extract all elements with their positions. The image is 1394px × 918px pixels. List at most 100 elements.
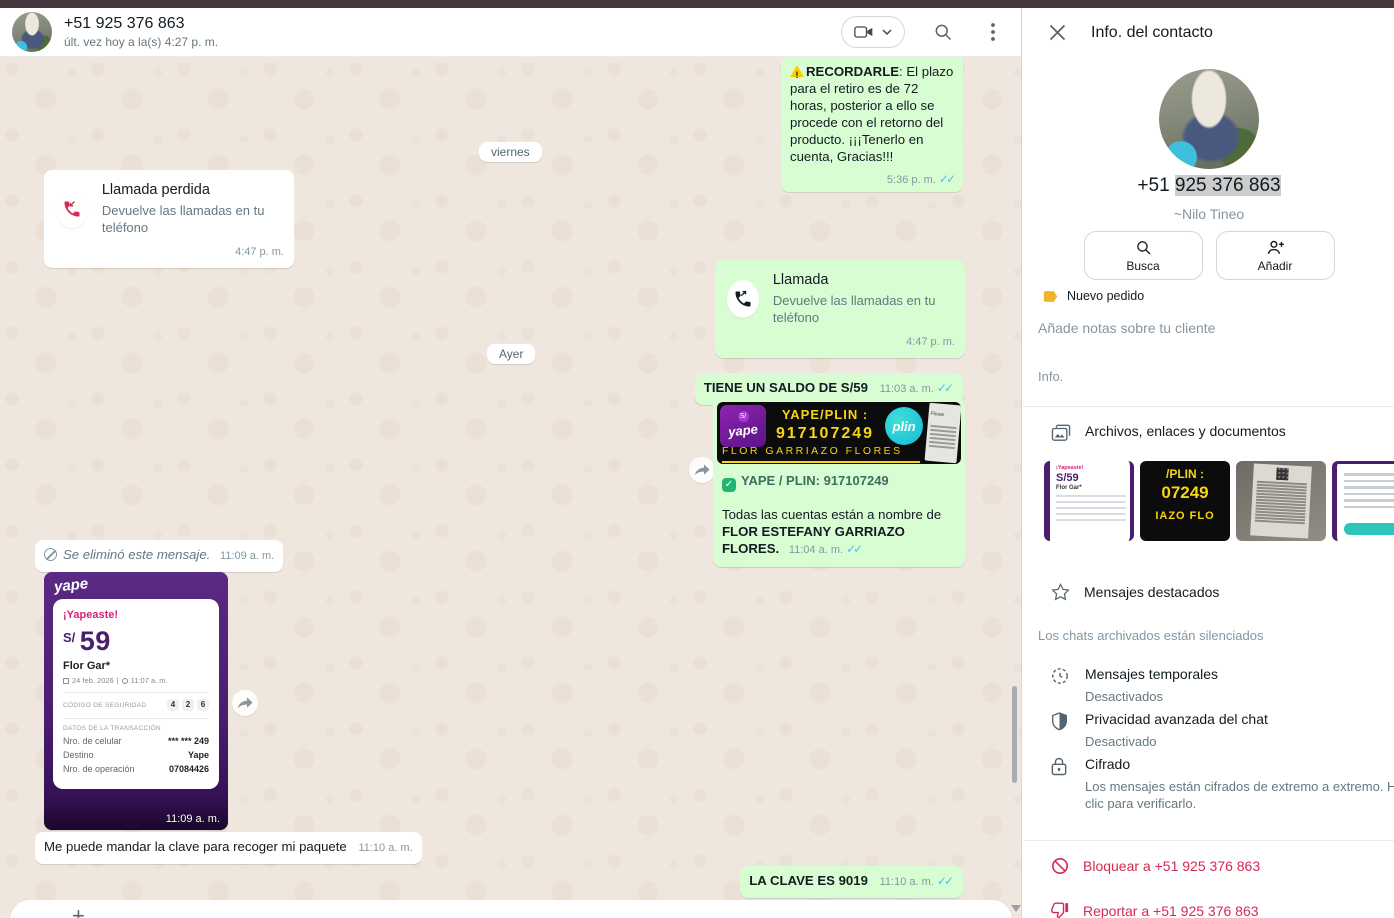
message-list[interactable]: !RECORDARLE: El plazo para el retiro es … — [0, 57, 1021, 918]
contact-push-name: ~Nilo Tineo — [1023, 206, 1394, 222]
message-key-request[interactable]: Me puede mandar la clave para recoger mi… — [35, 832, 422, 864]
message-text: Me puede mandar la clave para recoger mi… — [44, 839, 347, 854]
chat-scrollbar-thumb[interactable] — [1012, 686, 1017, 783]
chat-menu-button[interactable] — [981, 20, 1005, 44]
read-receipt-icon: ✓✓ — [937, 381, 954, 395]
attach-plus-icon[interactable]: + — [72, 903, 85, 918]
date-divider-friday: viernes — [479, 142, 542, 162]
plin-logo: plin — [885, 407, 923, 445]
caption-line2: Todas las cuentas están a nombre de — [722, 506, 956, 523]
person-add-icon — [1266, 239, 1285, 256]
message-reminder[interactable]: !RECORDARLE: El plazo para el retiro es … — [781, 57, 963, 192]
customer-notes-field[interactable]: Añade notas sobre tu cliente — [1038, 320, 1215, 336]
message-reminder-bold: RECORDARLE — [806, 64, 899, 79]
banner-line3: FLOR GARRIAZO FLORES — [722, 443, 920, 463]
video-call-icon — [854, 24, 874, 40]
chat-header-texts[interactable]: +51 925 376 863 últ. vez hoy a la(s) 4:2… — [64, 15, 841, 49]
message-input-bar[interactable]: + — [10, 900, 1012, 918]
message-yape-banner[interactable]: S/ yape YAPE/PLIN : 917107249 plin Floow… — [713, 398, 965, 567]
message-time: 11:10 a. m. — [358, 842, 412, 854]
chevron-down-icon — [882, 29, 892, 35]
forward-message-button[interactable] — [689, 457, 715, 483]
media-thumb-paper-photo[interactable] — [1236, 461, 1326, 541]
row-title: Mensajes temporales — [1085, 666, 1218, 682]
message-key[interactable]: LA CLAVE ES 9019 11:10 a. m. ✓✓ — [740, 866, 963, 898]
whatsapp-web: +51 925 376 863 últ. vez hoy a la(s) 4:2… — [0, 0, 1394, 918]
missed-call-icon-circle — [56, 190, 88, 228]
scroll-down-arrow[interactable] — [1011, 905, 1021, 912]
contact-info-body: +51 925 376 863 ~Nilo Tineo Busca Añadir… — [1023, 57, 1394, 918]
media-thumb-receipt-2[interactable] — [1332, 461, 1394, 541]
banner-text: YAPE/PLIN : 917107249 — [769, 406, 881, 442]
banner-line2: 917107249 — [769, 425, 881, 442]
archived-chats-note: Los chats archivados están silenciados — [1038, 628, 1263, 643]
label-row[interactable]: Nuevo pedido — [1043, 289, 1144, 303]
caption-accounts: YAPE / PLIN: 917107249 — [741, 473, 889, 488]
message-balance-text: TIENE UN SALDO DE S/59 — [704, 380, 868, 395]
files-links-docs-row[interactable]: Archivos, enlaces y documentos — [1023, 423, 1394, 442]
contact-info-header: Info. del contacto — [1023, 8, 1394, 57]
chat-header-actions — [841, 16, 1005, 48]
receipt-row: DestinoYape — [63, 750, 209, 760]
deleted-text: Se eliminó este mensaje. — [63, 547, 210, 562]
missed-call-row: Llamada perdida Devuelve las llamadas en… — [44, 170, 294, 244]
contact-avatar[interactable] — [12, 12, 52, 52]
call-row: Llamada Devuelve las llamadas en tu telé… — [715, 260, 965, 334]
message-text: LA CLAVE ES 9019 — [749, 873, 868, 888]
read-receipt-icon: ✓✓ — [846, 542, 863, 556]
block-label: Bloquear a +51 925 376 863 — [1083, 858, 1260, 874]
yape-wordmark: yape — [53, 575, 89, 595]
add-contact-button[interactable]: Añadir — [1216, 231, 1335, 280]
close-panel-button[interactable] — [1045, 21, 1069, 45]
message-time: 11:09 a. m. — [220, 550, 274, 562]
disappearing-messages-row[interactable]: Mensajes temporales Desactivados — [1023, 666, 1394, 705]
security-code: 4 2 6 — [167, 699, 209, 711]
selected-phone-text: 925 376 863 — [1175, 175, 1281, 196]
message-time: 11:09 a. m. — [166, 813, 220, 825]
block-contact-row[interactable]: Bloquear a +51 925 376 863 — [1023, 857, 1394, 875]
contact-action-buttons: Busca Añadir — [1023, 231, 1394, 280]
starred-messages-row[interactable]: Mensajes destacados — [1023, 583, 1394, 601]
lock-icon — [1051, 756, 1071, 812]
media-thumb-receipt[interactable]: ¡Yapeaste! S/59 Flor Gar* — [1044, 461, 1134, 541]
message-receipt-image[interactable]: yape ¡Yapeaste! S/ 59 Flor Gar* 24 feb. … — [44, 572, 228, 830]
banner-line1: YAPE/PLIN : — [769, 406, 881, 423]
receipt-row: Nro. de celular*** *** 249 — [63, 736, 209, 746]
encryption-row[interactable]: Cifrado Los mensajes están cifrados de e… — [1023, 756, 1394, 812]
call-icon — [733, 289, 753, 309]
report-contact-row[interactable]: Reportar a +51 925 376 863 — [1023, 902, 1394, 918]
receipt-title: ¡Yapeaste! — [63, 609, 209, 621]
missed-call-icon — [62, 199, 82, 219]
message-call[interactable]: Llamada Devuelve las llamadas en tu telé… — [715, 260, 965, 358]
message-missed-call[interactable]: Llamada perdida Devuelve las llamadas en… — [44, 170, 294, 268]
timer-icon — [1051, 666, 1071, 705]
media-files-icon — [1051, 423, 1071, 442]
media-thumb-banner[interactable]: /PLIN : 07249 IAZO FLO — [1140, 461, 1230, 541]
contact-info-panel: Info. del contacto +51 925 376 863 ~Nilo… — [1023, 8, 1394, 918]
search-button-label: Busca — [1126, 259, 1159, 273]
files-label: Archivos, enlaces y documentos — [1085, 423, 1286, 442]
forward-message-button[interactable] — [232, 690, 258, 716]
banner-image[interactable]: S/ yape YAPE/PLIN : 917107249 plin Floow… — [717, 402, 961, 464]
search-in-chat-button[interactable] — [931, 20, 955, 44]
last-seen-status: últ. vez hoy a la(s) 4:27 p. m. — [64, 35, 841, 49]
advanced-privacy-row[interactable]: Privacidad avanzada del chat Desactivado — [1023, 711, 1394, 750]
message-deleted[interactable]: Se eliminó este mensaje. 11:09 a. m. — [35, 540, 283, 572]
row-subtitle: Desactivado — [1085, 733, 1394, 750]
read-receipt-icon: ✓✓ — [937, 874, 954, 888]
video-call-button[interactable] — [841, 16, 905, 48]
call-icon-circle — [727, 280, 759, 318]
contact-photo-large[interactable] — [1159, 69, 1259, 169]
window-top-strip — [0, 0, 1394, 8]
forward-icon — [694, 463, 710, 477]
message-time: 11:10 a. m. ✓✓ — [880, 876, 954, 888]
message-time: 11:04 a. m. ✓✓ — [789, 544, 863, 556]
receipt-payee: Flor Gar* — [63, 660, 209, 672]
receipt-card: ¡Yapeaste! S/ 59 Flor Gar* 24 feb. 2026 … — [53, 599, 219, 789]
message-time: 5:36 p. m. ✓✓ — [887, 171, 956, 189]
search-messages-button[interactable]: Busca — [1084, 231, 1203, 280]
thumb-teal-button — [1344, 523, 1394, 535]
forward-icon — [237, 696, 253, 710]
search-icon — [1135, 239, 1152, 256]
contact-phone: +51 925 376 863 — [1023, 175, 1394, 197]
